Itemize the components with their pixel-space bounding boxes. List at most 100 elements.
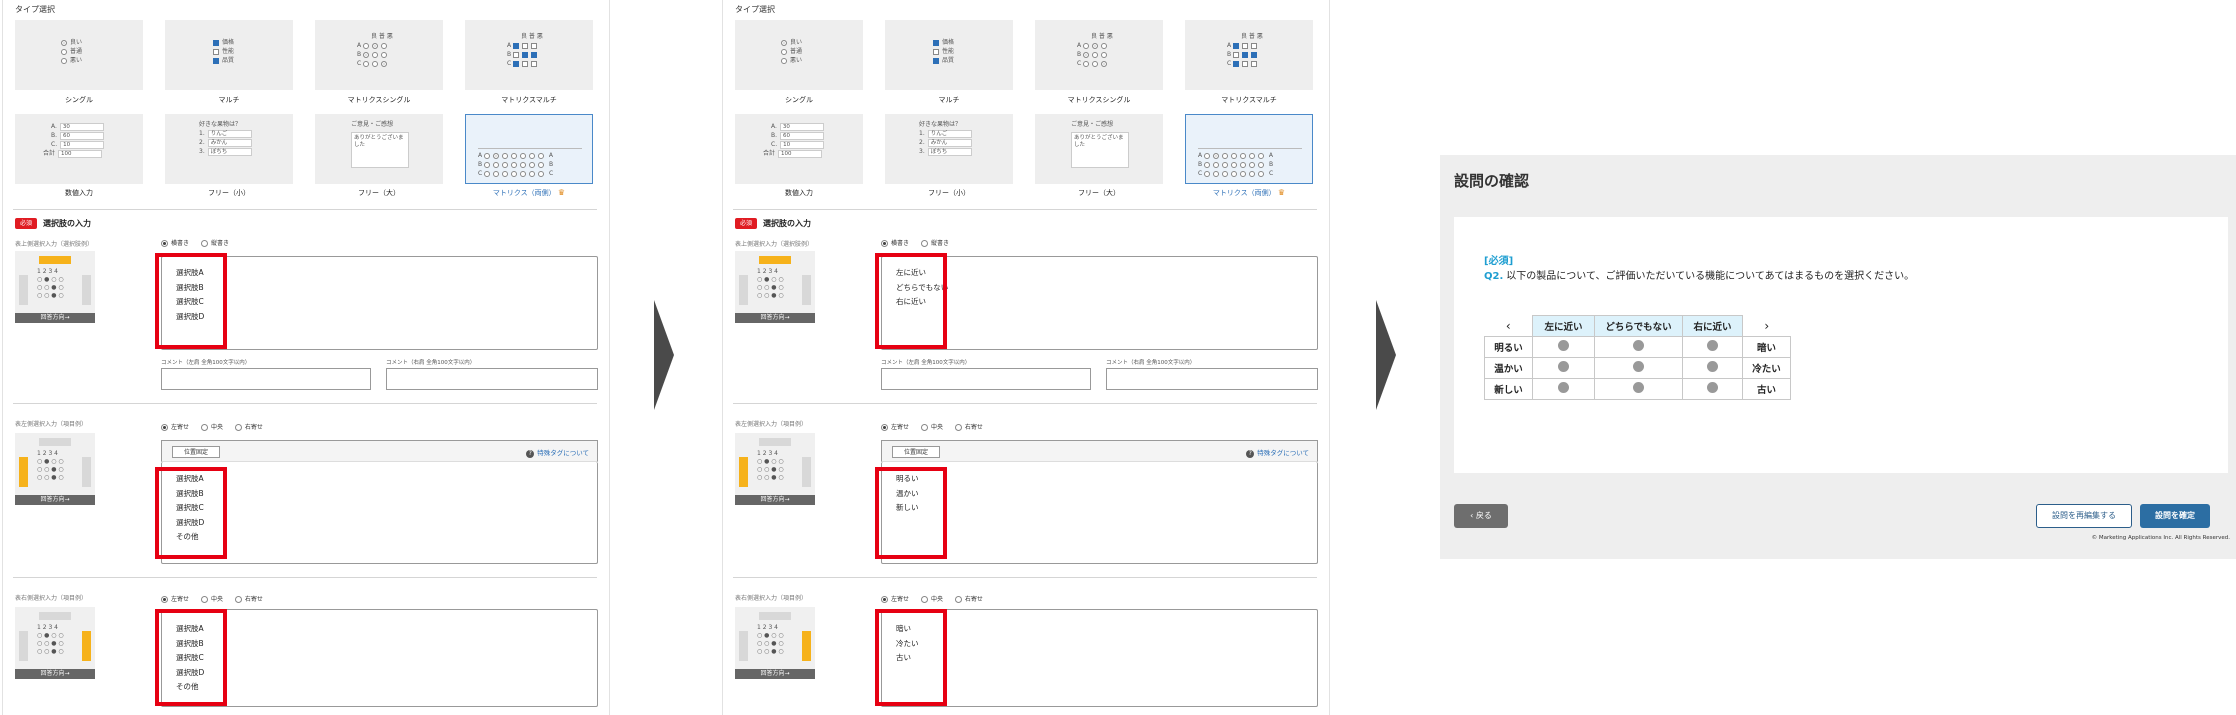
top-choices-label: 表上側選択入力（選択肢例） xyxy=(15,241,94,248)
help-icon: ? xyxy=(526,450,535,458)
comment-right-label: コメント（右肩 全角100文字以内） xyxy=(386,360,476,366)
help-icon: ? xyxy=(1246,450,1255,458)
matrix-radio[interactable] xyxy=(1594,357,1683,379)
position-fix-button[interactable]: 位置固定 xyxy=(892,446,940,458)
back-button[interactable]: ‹ 戻る xyxy=(1454,504,1508,528)
matrix-radio[interactable] xyxy=(1532,357,1595,379)
right-alignment[interactable]: 左寄せ 中央 右寄せ xyxy=(161,594,273,603)
top-writing-direction[interactable]: 横書き 縦書き xyxy=(161,238,239,247)
arrow-right-icon xyxy=(654,300,674,410)
type-label-matrix-multi: マトリクスマルチ xyxy=(1221,96,1277,104)
comment-left-label: コメント（左肩 全角100文字以内） xyxy=(161,360,251,366)
comment-right-input[interactable] xyxy=(386,368,598,390)
type-tile-free-small[interactable]: 好きな果物は？ 1. りんご 2. みかん 3. ぼちち xyxy=(165,114,293,184)
next-arrow-icon[interactable]: › xyxy=(1743,316,1791,337)
confirm-button[interactable]: 設問を確定 xyxy=(2140,504,2210,528)
multi-preview: 価格 性能 品質 xyxy=(933,38,954,65)
type-tile-multi[interactable]: 価格 性能 品質 xyxy=(165,20,293,90)
crown-icon: ♛ xyxy=(1277,188,1286,197)
matrix-radio[interactable] xyxy=(1682,357,1743,379)
type-tile-free-large[interactable]: ご意見・ご感想 ありがとうございました xyxy=(315,114,443,184)
arrow-right-icon xyxy=(1376,300,1396,410)
table-row: 明るい 暗い xyxy=(1484,336,1791,358)
divider xyxy=(13,209,597,210)
right-choices-label: 表右側選択入力（項目例） xyxy=(735,595,808,602)
type-section-label: タイプ選択 xyxy=(735,5,775,14)
question-card: [必須] Q2. 以下の製品について、ご評価いただいている機能についてあてはまるも… xyxy=(1454,217,2228,473)
type-tile-multi[interactable]: 価格 性能 品質 xyxy=(885,20,1013,90)
matrix-radio[interactable] xyxy=(1532,378,1595,400)
row-right-label: 冷たい xyxy=(1742,357,1791,379)
question-text: 以下の製品について、ご評価いただいている機能についてあてはまるものを選択ください… xyxy=(1506,271,1915,282)
type-label-matrix-single: マトリクスシングル xyxy=(347,96,411,104)
type-tile-numeric[interactable]: A. 30 B. 60 C. 10 合計 100 xyxy=(15,114,143,184)
left-direction-thumbnail: 1 2 3 4 ○ ● ○ ○ ○ ○ ● ○ ○ ○ ● ○ 回答方向→ xyxy=(15,433,95,505)
left-alignment[interactable]: 左寄せ 中央 右寄せ xyxy=(161,422,273,431)
question-line: Q2. 以下の製品について、ご評価いただいている機能についてあてはまるものを選択く… xyxy=(1484,267,1914,282)
crown-icon: ♛ xyxy=(557,188,566,197)
left-textarea-toolbar: 位置固定 ? 特殊タグについて xyxy=(161,440,598,462)
divider xyxy=(733,403,1317,404)
row-right-label: 暗い xyxy=(1742,336,1791,358)
type-tile-matrix-both[interactable]: A A B B C C xyxy=(465,114,593,184)
type-tile-matrix-multi[interactable]: 良 普 悪 A B C xyxy=(1185,20,1313,90)
divider xyxy=(13,577,597,578)
row-left-label: 新しい xyxy=(1484,378,1533,400)
type-label-numeric: 数値入力 xyxy=(65,189,93,197)
left-direction-thumbnail: 1 2 3 4 ○ ● ○ ○ ○ ○ ● ○ ○ ○ ● ○ 回答方向→ xyxy=(735,433,815,505)
free-large-preview: ご意見・ご感想 ありがとうございました xyxy=(1071,120,1129,168)
special-tag-help-link[interactable]: ? 特殊タグについて xyxy=(1246,447,1309,458)
type-tile-matrix-single[interactable]: 良 普 悪 A B C xyxy=(315,20,443,90)
type-tile-matrix-multi[interactable]: 良 普 悪 A B C xyxy=(465,20,593,90)
type-tile-single[interactable]: 良い 普通 悪い xyxy=(15,20,143,90)
right-alignment[interactable]: 左寄せ 中央 右寄せ xyxy=(881,594,993,603)
free-small-preview: 好きな果物は？ 1. りんご 2. みかん 3. ぼちち xyxy=(919,120,972,156)
right-choices-label: 表右側選択入力（項目例） xyxy=(15,595,88,602)
reedit-button[interactable]: 設問を再編集する xyxy=(2036,504,2132,528)
left-alignment[interactable]: 左寄せ 中央 右寄せ xyxy=(881,422,993,431)
type-tile-matrix-single[interactable]: 良 普 悪 A B C xyxy=(1035,20,1163,90)
highlight-box xyxy=(875,467,947,559)
comment-right-label: コメント（右肩 全角100文字以内） xyxy=(1106,360,1196,366)
type-tile-free-large[interactable]: ご意見・ご感想 ありがとうございました xyxy=(1035,114,1163,184)
type-label-matrix-both: マトリクス（両側） ♛ xyxy=(1212,188,1286,197)
top-writing-direction[interactable]: 横書き 縦書き xyxy=(881,238,959,247)
numeric-preview: A. 30 B. 60 C. 10 合計 100 xyxy=(763,122,825,158)
matrix-radio[interactable] xyxy=(1682,336,1743,358)
prev-arrow-icon[interactable]: ‹ xyxy=(1485,316,1533,337)
type-label-matrix-single: マトリクスシングル xyxy=(1067,96,1131,104)
highlight-box xyxy=(155,253,227,349)
type-label-free-large: フリー（大） xyxy=(1078,189,1120,197)
question-number: Q2. xyxy=(1484,271,1504,282)
editor-panel-before: タイプ選択 良い 普通 悪い シングル 価格 性能 品質 マルチ 良 普 悪 A… xyxy=(2,0,610,715)
comment-left-input[interactable] xyxy=(881,368,1091,390)
question-confirm-panel: 設問の確認 [必須] Q2. 以下の製品について、ご評価いただいている機能について… xyxy=(1440,155,2236,559)
type-label-free-large: フリー（大） xyxy=(358,189,400,197)
special-tag-help-link[interactable]: ? 特殊タグについて xyxy=(526,447,589,458)
type-tile-single[interactable]: 良い 普通 悪い xyxy=(735,20,863,90)
matrix-radio[interactable] xyxy=(1594,378,1683,400)
position-fix-button[interactable]: 位置固定 xyxy=(172,446,220,458)
type-label-matrix-multi: マトリクスマルチ xyxy=(501,96,557,104)
matrix-single-preview: 良 普 悪 A B C xyxy=(1077,33,1113,67)
type-tile-numeric[interactable]: A. 30 B. 60 C. 10 合計 100 xyxy=(735,114,863,184)
type-tile-free-small[interactable]: 好きな果物は？ 1. りんご 2. みかん 3. ぼちち xyxy=(885,114,1013,184)
highlight-box xyxy=(155,609,227,706)
column-header: どちらでもない xyxy=(1594,315,1683,337)
matrix-both-preview: A A B B C C xyxy=(478,121,582,178)
single-preview: 良い 普通 悪い xyxy=(61,38,82,65)
comment-left-label: コメント（左肩 全角100文字以内） xyxy=(881,360,971,366)
table-row: 新しい 古い xyxy=(1484,378,1791,400)
comment-left-input[interactable] xyxy=(161,368,371,390)
matrix-radio[interactable] xyxy=(1532,336,1595,358)
matrix-radio[interactable] xyxy=(1682,378,1743,400)
type-label-multi: マルチ xyxy=(938,96,960,104)
type-section-label: タイプ選択 xyxy=(15,5,55,14)
numeric-preview: A. 30 B. 60 C. 10 合計 100 xyxy=(43,122,105,158)
editor-panel-after: タイプ選択 良い 普通 悪い シングル 価格 性能 品質 マルチ 良 普 悪 A… xyxy=(722,0,1330,715)
comment-right-input[interactable] xyxy=(1106,368,1318,390)
top-direction-thumbnail: 1 2 3 4 ○ ● ○ ○ ○ ○ ● ○ ○ ○ ● ○ 回答方向→ xyxy=(735,251,815,323)
type-tile-matrix-both[interactable]: A A B B C C xyxy=(1185,114,1313,184)
type-label-free-small: フリー（小） xyxy=(928,189,970,197)
matrix-radio[interactable] xyxy=(1594,336,1683,358)
